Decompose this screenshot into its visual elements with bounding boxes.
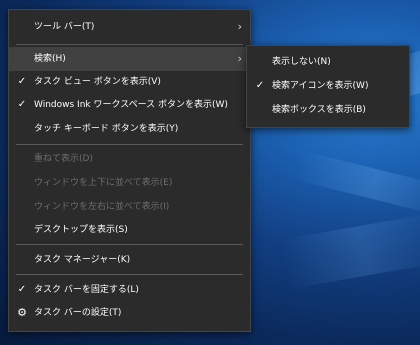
submenu-item-show-search-box[interactable]: 検索ボックスを表示(B) bbox=[247, 98, 409, 122]
taskbar-context-menu: ツール バー(T) › 検索(H) › ✓ タスク ビュー ボタンを表示(V) … bbox=[8, 9, 251, 332]
menu-item-search[interactable]: 検索(H) › bbox=[9, 47, 250, 71]
menu-item-label: タッチ キーボード ボタンを表示(Y) bbox=[34, 124, 179, 134]
submenu-item-hidden[interactable]: 表示しない(N) bbox=[247, 50, 409, 74]
submenu-item-label: 検索ボックスを表示(B) bbox=[272, 105, 366, 115]
menu-item-label: タスク マネージャー(K) bbox=[34, 255, 131, 265]
menu-item-label: Windows Ink ワークスペース ボタンを表示(W) bbox=[34, 100, 228, 110]
menu-item-label: デスクトップを表示(S) bbox=[34, 225, 128, 235]
menu-item-label: 重ねて表示(D) bbox=[34, 154, 93, 164]
menu-item-label: ウィンドウを左右に並べて表示(I) bbox=[34, 202, 170, 212]
menu-item-toolbars[interactable]: ツール バー(T) › bbox=[9, 15, 250, 39]
menu-item-side-by-side-windows: ウィンドウを左右に並べて表示(I) bbox=[9, 195, 250, 219]
menu-item-show-windows-ink-button[interactable]: ✓ Windows Ink ワークスペース ボタンを表示(W) bbox=[9, 93, 250, 117]
menu-item-show-desktop[interactable]: デスクトップを表示(S) bbox=[9, 218, 250, 242]
menu-item-cascade-windows: 重ねて表示(D) bbox=[9, 147, 250, 171]
gear-icon: ⚙ bbox=[17, 306, 27, 319]
checkmark-icon: ✓ bbox=[17, 76, 27, 87]
checkmark-icon: ✓ bbox=[17, 284, 27, 295]
chevron-right-icon: › bbox=[237, 20, 242, 33]
menu-item-stack-windows: ウィンドウを上下に並べて表示(E) bbox=[9, 171, 250, 195]
menu-item-label: タスク ビュー ボタンを表示(V) bbox=[34, 77, 161, 87]
checkmark-icon: ✓ bbox=[17, 99, 27, 110]
menu-separator bbox=[16, 274, 243, 275]
submenu-item-label: 検索アイコンを表示(W) bbox=[272, 81, 369, 91]
wallpaper-light-beam bbox=[280, 212, 420, 290]
submenu-item-show-search-icon[interactable]: ✓ 検索アイコンを表示(W) bbox=[247, 74, 409, 98]
wallpaper-light-beam bbox=[292, 150, 420, 218]
menu-item-taskbar-settings[interactable]: ⚙ タスク バーの設定(T) bbox=[9, 301, 250, 325]
chevron-right-icon: › bbox=[237, 52, 242, 65]
menu-separator bbox=[16, 244, 243, 245]
menu-item-label: ツール バー(T) bbox=[34, 22, 95, 32]
menu-item-label: タスク バーの設定(T) bbox=[34, 308, 122, 318]
menu-item-label: 検索(H) bbox=[34, 54, 66, 64]
submenu-item-label: 表示しない(N) bbox=[272, 57, 331, 67]
menu-item-label: タスク バーを固定する(L) bbox=[34, 285, 139, 295]
menu-separator bbox=[16, 144, 243, 145]
menu-item-task-manager[interactable]: タスク マネージャー(K) bbox=[9, 248, 250, 272]
menu-item-show-task-view-button[interactable]: ✓ タスク ビュー ボタンを表示(V) bbox=[9, 70, 250, 94]
menu-item-label: ウィンドウを上下に並べて表示(E) bbox=[34, 178, 173, 188]
menu-item-show-touch-keyboard-button[interactable]: タッチ キーボード ボタンを表示(Y) bbox=[9, 117, 250, 141]
menu-separator bbox=[16, 44, 243, 45]
search-submenu: 表示しない(N) ✓ 検索アイコンを表示(W) 検索ボックスを表示(B) bbox=[246, 45, 410, 128]
checkmark-icon: ✓ bbox=[255, 80, 265, 91]
menu-item-lock-taskbar[interactable]: ✓ タスク バーを固定する(L) bbox=[9, 278, 250, 302]
